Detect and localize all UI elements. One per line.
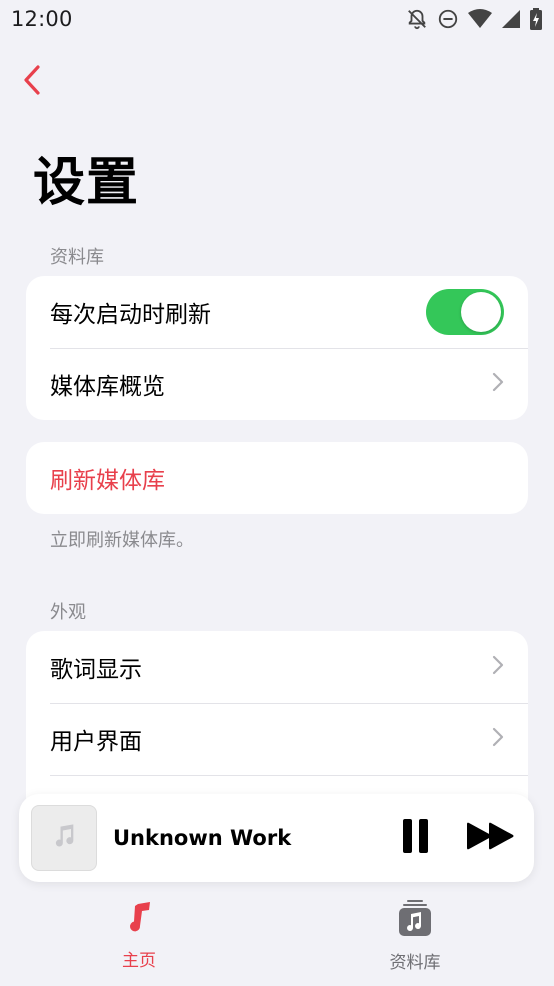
refresh-on-launch-label: 每次启动时刷新 bbox=[50, 302, 211, 328]
library-overview-row[interactable]: 媒体库概览 bbox=[26, 348, 528, 420]
user-interface-row[interactable]: 用户界面 bbox=[26, 703, 528, 775]
library-icon bbox=[399, 900, 431, 940]
pause-button[interactable] bbox=[396, 816, 436, 860]
chevron-left-icon bbox=[23, 65, 41, 99]
status-bar: 12:00 bbox=[0, 0, 554, 38]
user-interface-label: 用户界面 bbox=[50, 729, 142, 755]
lyrics-display-row[interactable]: 歌词显示 bbox=[26, 631, 528, 703]
refresh-library-button[interactable]: 刷新媒体库 bbox=[26, 442, 528, 514]
section-header-appearance: 外观 bbox=[50, 602, 86, 623]
tab-home[interactable]: 主页 bbox=[84, 900, 194, 971]
back-button[interactable] bbox=[12, 60, 52, 104]
refresh-footnote: 立即刷新媒体库。 bbox=[50, 530, 194, 551]
wifi-icon bbox=[468, 9, 492, 29]
notifications-off-icon bbox=[406, 8, 428, 30]
tab-bar: 主页 资料库 bbox=[0, 888, 554, 986]
fast-forward-icon bbox=[467, 822, 515, 854]
refresh-on-launch-toggle[interactable] bbox=[426, 289, 504, 335]
refresh-card: 刷新媒体库 bbox=[26, 442, 528, 514]
music-note-icon bbox=[50, 822, 78, 854]
refresh-library-label: 刷新媒体库 bbox=[50, 468, 165, 494]
library-overview-label: 媒体库概览 bbox=[50, 374, 165, 400]
mini-player[interactable]: Unknown Work bbox=[19, 794, 534, 882]
music-note-icon bbox=[124, 900, 154, 938]
appearance-card: 歌词显示 用户界面 bbox=[26, 631, 528, 821]
next-button[interactable] bbox=[466, 816, 516, 860]
chevron-right-icon bbox=[492, 655, 504, 679]
toggle-knob bbox=[461, 292, 501, 332]
page-title: 设置 bbox=[33, 153, 140, 213]
cellular-signal-icon bbox=[501, 9, 521, 29]
pause-icon bbox=[403, 819, 429, 857]
tab-library[interactable]: 资料库 bbox=[360, 900, 470, 973]
status-icons bbox=[406, 8, 542, 30]
track-title: Unknown Work bbox=[113, 826, 292, 850]
battery-charging-icon bbox=[530, 8, 542, 30]
library-card: 每次启动时刷新 媒体库概览 bbox=[26, 276, 528, 420]
section-header-library: 资料库 bbox=[50, 247, 104, 268]
album-artwork bbox=[31, 805, 97, 871]
do-not-disturb-icon bbox=[437, 8, 459, 30]
tab-library-label: 资料库 bbox=[389, 953, 441, 973]
status-time: 12:00 bbox=[11, 7, 73, 31]
lyrics-display-label: 歌词显示 bbox=[50, 657, 142, 683]
refresh-on-launch-row[interactable]: 每次启动时刷新 bbox=[26, 276, 528, 348]
chevron-right-icon bbox=[492, 727, 504, 751]
tab-home-label: 主页 bbox=[122, 951, 156, 971]
chevron-right-icon bbox=[492, 372, 504, 396]
